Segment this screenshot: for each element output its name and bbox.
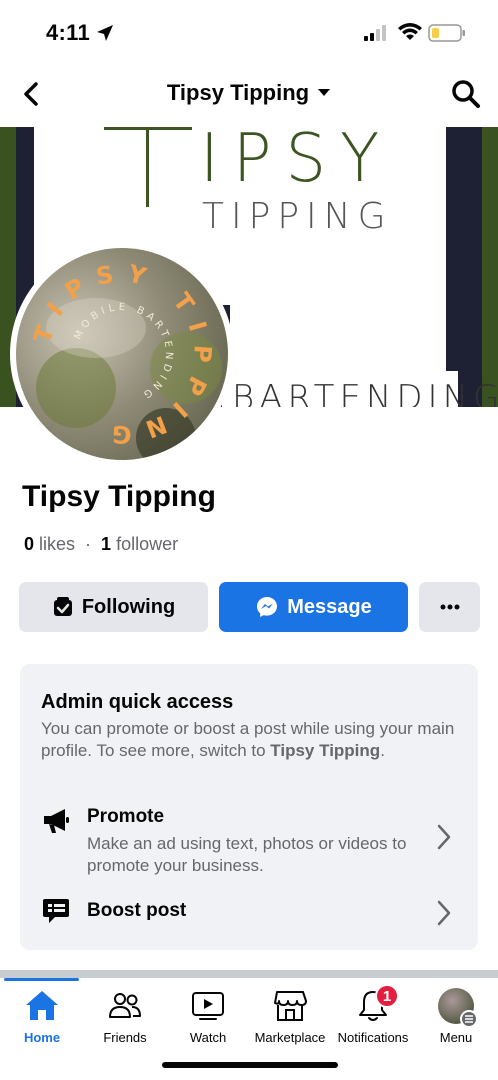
friends-icon [109,993,141,1018]
tab-label-friends: Friends [103,1030,147,1045]
wifi-icon [398,23,422,40]
cover-logo-text: IPSY [200,127,394,198]
boost-post-row[interactable]: Boost post [20,894,478,934]
cover-logo-bottom-text: BARTENDING [232,378,498,407]
following-button[interactable]: Following [19,582,208,632]
admin-quick-access-card: Admin quick access You can promote or bo… [20,664,478,950]
stats-separator: · [85,534,92,554]
home-indicator [162,1062,338,1068]
marketplace-icon [274,991,307,1021]
more-options-button[interactable] [419,582,480,632]
home-icon [26,991,58,1020]
tab-marketplace[interactable]: Marketplace [248,988,332,1045]
cover-logo-t-stem [146,127,149,207]
profile-actions: Following Message [19,582,480,632]
admin-title: Admin quick access [41,691,234,713]
promote-subtitle: Make an ad using text, photos or videos … [87,834,407,875]
tab-friends[interactable]: Friends [83,988,167,1045]
tab-home[interactable]: Home [0,988,84,1045]
tab-label-menu: Menu [439,1030,473,1045]
watch-icon [192,992,224,1020]
cover-logo-subtitle: TIPPING [202,196,393,237]
page-stats[interactable]: 0 likes · 1 follower [24,534,178,555]
profile-avatar-image: TIPSY TIPPING MOBILE BARTENDING [16,248,228,460]
caret-down-icon [318,89,331,96]
promote-row[interactable]: Promote Make an ad using text, photos or… [20,802,478,875]
messenger-icon [257,597,278,617]
battery-icon [428,24,465,42]
tab-label-home: Home [23,1030,61,1045]
tab-label-watch: Watch [189,1030,227,1045]
chevron-right-icon [437,824,451,850]
status-time: 4:11 [46,20,91,45]
notification-badge: 1 [375,984,399,1008]
likes-count: 0 [24,534,35,554]
boost-post-title: Boost post [87,900,187,921]
page-header: Tipsy Tipping [0,66,498,122]
tab-watch[interactable]: Watch [166,988,250,1045]
admin-desc-text: You can promote or boost a post while us… [41,719,455,760]
message-button[interactable]: Message [219,582,408,632]
message-label: Message [287,595,372,618]
chevron-right-icon [437,900,451,926]
menu-profile-avatar [438,988,478,1028]
admin-desc-suffix: . [380,741,385,760]
tab-notifications[interactable]: 1 Notifications [331,984,415,1045]
followers-label: follower [116,534,179,554]
profile-avatar[interactable]: TIPSY TIPPING MOBILE BARTENDING [10,242,234,466]
header-title: Tipsy Tipping [166,80,310,105]
tab-menu[interactable]: Menu [414,988,498,1045]
header-title-dropdown[interactable]: Tipsy Tipping [0,80,498,106]
megaphone-icon [44,809,69,833]
promote-title: Promote [87,806,165,827]
admin-description: You can promote or boost a post while us… [41,718,461,762]
location-arrow-icon [97,25,113,41]
tab-label-marketplace: Marketplace [254,1030,326,1045]
search-icon[interactable] [450,78,482,110]
admin-desc-page-name[interactable]: Tipsy Tipping [270,741,380,760]
following-label: Following [81,595,176,618]
cellular-signal-icon [364,25,386,41]
tab-label-notifications: Notifications [337,1030,409,1045]
avatar-logo-art: TIPSY TIPPING MOBILE BARTENDING [28,259,222,460]
active-tab-indicator [4,978,79,981]
following-check-icon [53,597,72,616]
more-dots-icon [440,604,459,610]
page-name: Tipsy Tipping [22,480,216,513]
status-bar: 4:11 [0,0,498,66]
followers-count: 1 [101,534,112,554]
section-divider [0,970,498,978]
likes-label: likes [39,534,76,554]
boost-post-icon [43,899,69,923]
menu-hamburger-icon [460,1010,478,1028]
